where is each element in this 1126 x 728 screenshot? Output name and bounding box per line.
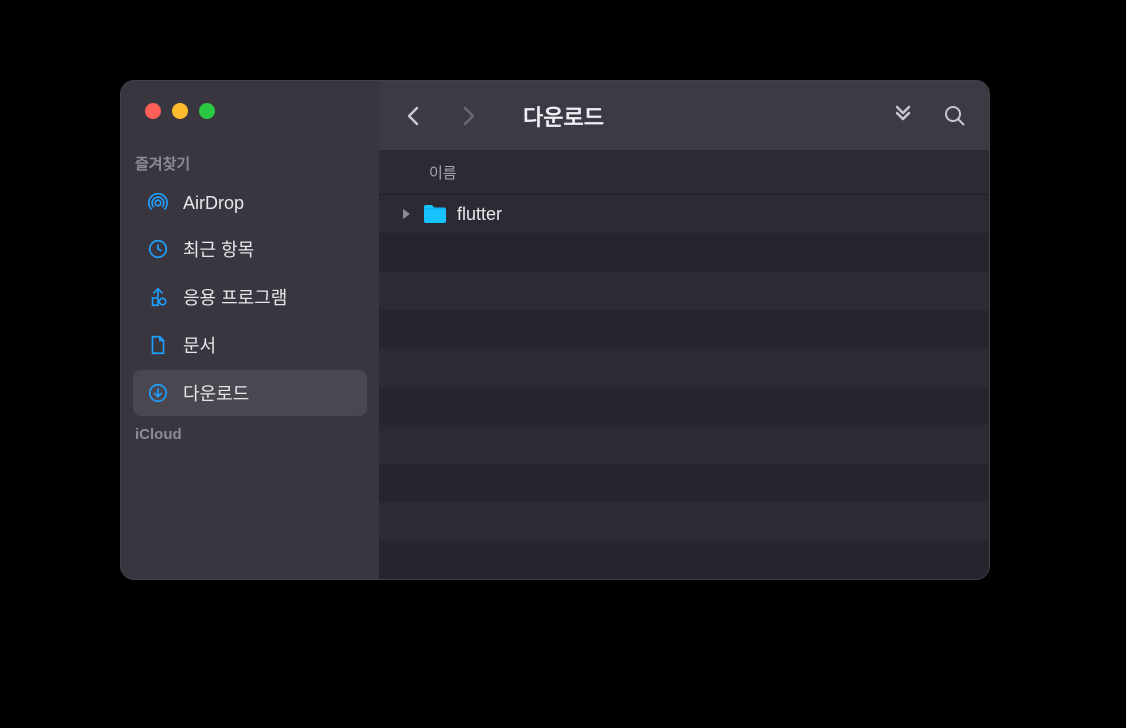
back-button[interactable] bbox=[397, 100, 429, 132]
sidebar-item-airdrop[interactable]: AirDrop bbox=[133, 182, 367, 224]
sidebar: 즐겨찾기 AirDrop bbox=[121, 81, 379, 579]
column-header-name: 이름 bbox=[429, 162, 457, 183]
list-row-empty bbox=[379, 272, 989, 310]
list-row-empty bbox=[379, 310, 989, 348]
sidebar-item-downloads[interactable]: 다운로드 bbox=[133, 370, 367, 416]
apps-icon bbox=[147, 286, 169, 308]
window-title: 다운로드 bbox=[523, 100, 604, 132]
file-list: flutter bbox=[379, 195, 989, 579]
document-icon bbox=[147, 334, 169, 356]
disclosure-triangle[interactable] bbox=[399, 208, 413, 220]
main-content: 다운로드 이름 bbox=[379, 81, 989, 579]
airdrop-icon bbox=[147, 192, 169, 214]
close-button[interactable] bbox=[145, 103, 161, 119]
more-button[interactable] bbox=[887, 100, 919, 132]
toolbar: 다운로드 bbox=[379, 81, 989, 151]
sidebar-item-applications[interactable]: 응용 프로그램 bbox=[133, 274, 367, 320]
folder-icon bbox=[423, 203, 447, 225]
sidebar-item-label: 문서 bbox=[183, 332, 216, 358]
forward-button[interactable] bbox=[453, 100, 485, 132]
sidebar-item-label: 응용 프로그램 bbox=[183, 284, 287, 310]
sidebar-section-favorites: 즐겨찾기 bbox=[121, 143, 379, 182]
list-row-empty bbox=[379, 464, 989, 502]
list-row-empty bbox=[379, 387, 989, 425]
list-row-empty bbox=[379, 349, 989, 387]
list-row-empty bbox=[379, 502, 989, 540]
zoom-button[interactable] bbox=[199, 103, 215, 119]
sidebar-item-recents[interactable]: 최근 항목 bbox=[133, 226, 367, 272]
finder-window: 즐겨찾기 AirDrop bbox=[120, 80, 990, 580]
list-row-empty bbox=[379, 233, 989, 271]
sidebar-item-label: 최근 항목 bbox=[183, 236, 254, 262]
clock-icon bbox=[147, 238, 169, 260]
sidebar-items-favorites: AirDrop 최근 항목 bbox=[121, 182, 379, 416]
search-button[interactable] bbox=[939, 100, 971, 132]
list-row-empty bbox=[379, 425, 989, 463]
download-icon bbox=[147, 382, 169, 404]
traffic-lights bbox=[121, 103, 379, 143]
nav-buttons bbox=[397, 100, 485, 132]
list-row-empty bbox=[379, 541, 989, 579]
sidebar-item-label: AirDrop bbox=[183, 193, 244, 214]
minimize-button[interactable] bbox=[172, 103, 188, 119]
sidebar-item-documents[interactable]: 문서 bbox=[133, 322, 367, 368]
list-header[interactable]: 이름 bbox=[379, 151, 989, 195]
sidebar-section-icloud: iCloud bbox=[121, 416, 379, 451]
sidebar-item-label: 다운로드 bbox=[183, 380, 249, 406]
list-item[interactable]: flutter bbox=[379, 195, 989, 233]
item-name: flutter bbox=[457, 204, 502, 225]
